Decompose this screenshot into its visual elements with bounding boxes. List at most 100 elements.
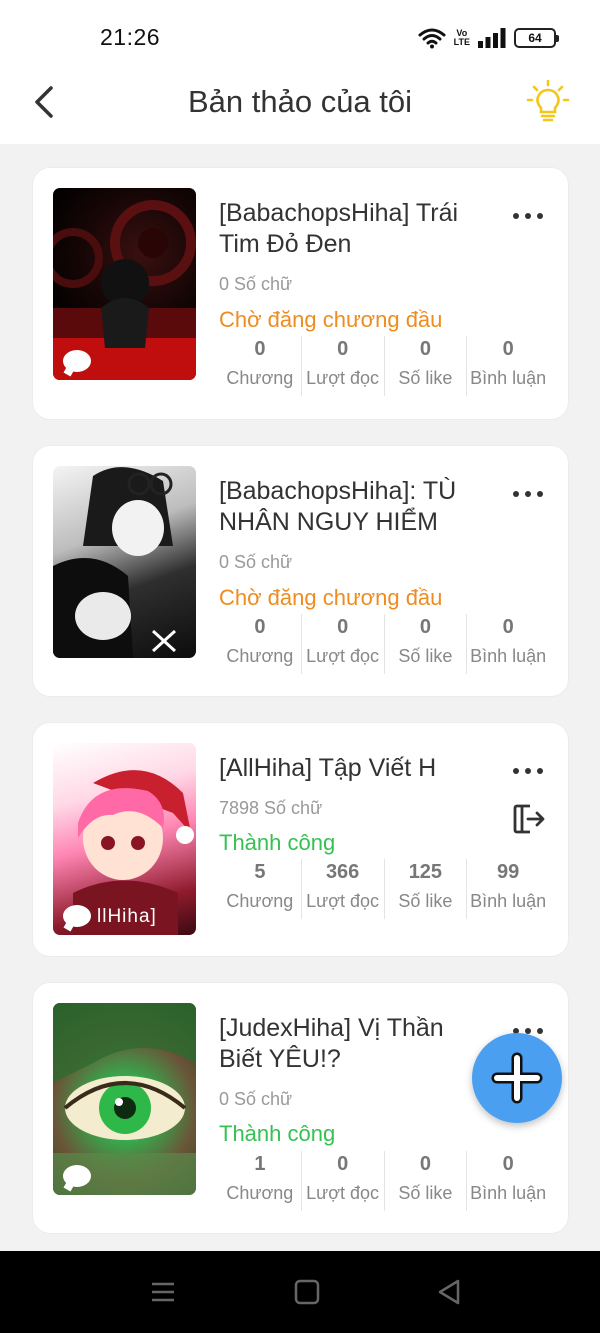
recent-apps-button[interactable] [148, 1277, 178, 1307]
story-status: Thành công [219, 830, 336, 855]
status-icons: Vo LTE 64 [418, 24, 559, 52]
stat-label: Chương [226, 368, 294, 388]
export-icon [513, 804, 545, 834]
signal-icon [478, 28, 506, 48]
stat-comments: 0 Bình luận [466, 336, 549, 396]
word-count: 0 Số chữ [219, 1089, 293, 1109]
stat-likes: 0 Số like [383, 336, 467, 396]
story-cover [53, 1003, 196, 1195]
stat-reads: 0 Lượt đọc [300, 614, 384, 674]
plus-icon [491, 1052, 543, 1104]
story-stats: 0 Chương 0 Lượt đọc 0 Số like 0 Bình luận [219, 614, 549, 674]
stat-label: Số like [398, 1183, 453, 1203]
stat-value: 0 [419, 1153, 431, 1175]
stat-value: 0 [502, 616, 514, 638]
app-header: Bản thảo của tôi [0, 70, 600, 144]
stat-label: Chương [226, 1183, 294, 1203]
home-button[interactable] [292, 1277, 322, 1307]
volte-icon: Vo LTE [453, 28, 470, 47]
story-card[interactable]: [BabachopsHiha]: TÙ NHÂN NGUY HIỂM 0 Số … [32, 445, 569, 697]
stat-value: 366 [325, 861, 360, 883]
more-icon [513, 768, 543, 774]
story-title: [BabachopsHiha] Trái Tim Đỏ Đen [219, 199, 459, 258]
stat-chapters: 0 Chương [219, 614, 301, 674]
more-icon [513, 213, 543, 219]
chat-bubble-icon [63, 350, 91, 372]
story-status: Chờ đăng chương đầu [219, 585, 443, 610]
home-icon [294, 1279, 320, 1305]
stat-label: Số like [398, 646, 453, 666]
story-title: [JudexHiha] Vị Thần Biết YÊU!? [219, 1014, 444, 1073]
stat-reads: 366 Lượt đọc [300, 859, 384, 919]
chat-bubble-icon [63, 905, 91, 927]
status-bar: 21:26 Vo LTE 64 [0, 0, 600, 70]
stat-value: 0 [254, 338, 266, 360]
cover-text: llHiha] [97, 906, 157, 927]
stat-label: Số like [398, 891, 453, 911]
stat-value: 5 [254, 861, 266, 883]
stat-chapters: 1 Chương [219, 1151, 301, 1211]
more-options-button[interactable] [510, 482, 546, 506]
stat-value: 0 [254, 616, 266, 638]
story-stats: 0 Chương 0 Lượt đọc 0 Số like 0 Bình luận [219, 336, 549, 396]
stat-label: Bình luận [470, 646, 547, 666]
chat-bubble-icon [63, 1165, 91, 1187]
back-triangle-icon [438, 1279, 460, 1305]
export-button[interactable] [510, 801, 546, 837]
stat-label: Bình luận [470, 1183, 547, 1203]
stat-label: Chương [226, 891, 294, 911]
stat-label: Số like [398, 368, 453, 388]
stat-label: Lượt đọc [306, 891, 380, 911]
story-title: [BabachopsHiha]: TÙ NHÂN NGUY HIỂM [219, 477, 457, 536]
stat-likes: 125 Số like [383, 859, 467, 919]
battery-icon: 64 [514, 28, 559, 48]
stat-label: Bình luận [470, 891, 547, 911]
add-story-button[interactable] [472, 1033, 562, 1123]
stat-comments: 0 Bình luận [466, 1151, 549, 1211]
stat-chapters: 5 Chương [219, 859, 301, 919]
story-status: Chờ đăng chương đầu [219, 307, 443, 332]
stat-value: 0 [502, 338, 514, 360]
lightbulb-icon [526, 80, 570, 122]
stat-value: 1 [254, 1153, 266, 1175]
stat-label: Lượt đọc [306, 1183, 380, 1203]
story-title: [AllHiha] Tập Viết H [219, 754, 437, 782]
system-nav-bar [0, 1251, 600, 1333]
story-stats: 1 Chương 0 Lượt đọc 0 Số like 0 Bình luận [219, 1151, 549, 1211]
story-card[interactable]: llHiha] [AllHiha] Tập Viết H 7898 Số chữ… [32, 722, 569, 957]
more-icon [513, 491, 543, 497]
stat-value: 0 [502, 1153, 514, 1175]
story-cover [53, 466, 196, 658]
stat-likes: 0 Số like [383, 1151, 467, 1211]
stat-label: Lượt đọc [306, 368, 380, 388]
tips-button[interactable] [524, 78, 572, 126]
status-time: 21:26 [100, 24, 161, 50]
word-count: 0 Số chữ [219, 274, 293, 294]
stat-value: 99 [497, 861, 520, 883]
word-count: 0 Số chữ [219, 552, 293, 572]
stat-value: 0 [419, 616, 431, 638]
stat-reads: 0 Lượt đọc [300, 1151, 384, 1211]
stat-value: 0 [419, 338, 431, 360]
story-stats: 5 Chương 366 Lượt đọc 125 Số like 99 Bình lu… [219, 859, 549, 919]
stat-label: Chương [226, 646, 294, 666]
cover-artwork [53, 467, 177, 658]
stat-value: 0 [337, 338, 349, 360]
stat-label: Bình luận [470, 368, 547, 388]
stat-comments: 99 Bình luận [466, 859, 549, 919]
stat-comments: 0 Bình luận [466, 614, 549, 674]
menu-icon [152, 1282, 174, 1302]
stat-reads: 0 Lượt đọc [300, 336, 384, 396]
story-status: Thành công [219, 1121, 336, 1146]
more-options-button[interactable] [510, 759, 546, 783]
more-options-button[interactable] [510, 204, 546, 228]
page-title: Bản thảo của tôi [187, 84, 413, 119]
system-back-button[interactable] [434, 1277, 464, 1307]
stat-value: 0 [337, 1153, 349, 1175]
stat-chapters: 0 Chương [219, 336, 301, 396]
stat-value: 125 [408, 861, 443, 883]
story-card[interactable]: [BabachopsHiha] Trái Tim Đỏ Đen 0 Số chữ… [32, 167, 569, 420]
stat-likes: 0 Số like [383, 614, 467, 674]
word-count: 7898 Số chữ [219, 798, 323, 818]
wifi-icon [418, 28, 446, 49]
